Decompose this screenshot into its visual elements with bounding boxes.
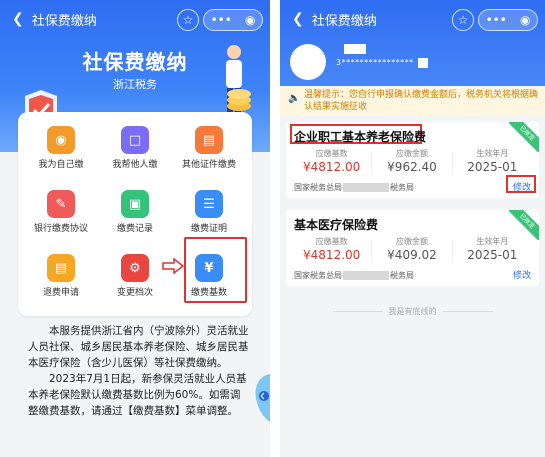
menu-label: 退费申请 xyxy=(42,288,79,298)
effective-value: 2025-01 xyxy=(467,248,518,262)
effective-label: 生效年月 xyxy=(476,149,509,158)
edit-link[interactable]: 修改 xyxy=(513,180,531,193)
refund-icon: ▤ xyxy=(47,254,75,282)
menu-item-help-pay[interactable]: □ 我帮他人缴 xyxy=(100,118,170,178)
menu-label: 缴费记录 xyxy=(116,224,153,234)
base-label: 应缴基数 xyxy=(315,149,348,158)
speaker-icon: 🔈 xyxy=(288,93,301,104)
menu-label: 我帮他人缴 xyxy=(112,160,158,170)
amount-label: 应缴金额 xyxy=(395,237,428,246)
user-name-masked xyxy=(344,44,366,54)
avatar xyxy=(290,44,326,80)
notice-bar: 🔈 温馨提示：您自行申报确认缴费金额后，税务机关将根据确认结果实施征收 xyxy=(280,86,545,116)
right-screen: 3**************** ❮ 社保费缴纳 ☆ ••• ◉ 🔈 温馨提示… xyxy=(280,0,545,457)
menu-item-change-grade[interactable]: ⚙ 变更档次 xyxy=(100,246,170,306)
medical-card[interactable]: 已核定 基本医疗保险费 应缴基数 ¥4812.00 应缴金额 ¥409.02 生效年… xyxy=(286,210,539,286)
capsule-menu[interactable]: ••• ◉ xyxy=(478,9,538,31)
card-values: 应缴基数 ¥4812.00 应缴金额 ¥409.02 生效年月 2025-01 xyxy=(292,236,532,262)
back-icon[interactable]: ❮ xyxy=(292,11,304,27)
close-icon[interactable]: ◉ xyxy=(245,13,255,27)
list-footer: 我是有底线的 xyxy=(280,306,545,317)
edit-link[interactable]: 修改 xyxy=(513,268,531,281)
change-grade-icon: ⚙ xyxy=(121,254,149,282)
amount-value: ¥962.40 xyxy=(387,160,437,174)
effective-value: 2025-01 xyxy=(467,160,518,174)
help-pay-icon: □ xyxy=(121,126,149,154)
amount-label: 应缴金额 xyxy=(395,149,428,158)
back-icon[interactable]: ❮ xyxy=(12,11,24,27)
arrow-right-icon xyxy=(162,258,184,274)
star-icon[interactable]: ☆ xyxy=(177,9,199,31)
bank-agreement-icon: ✎ xyxy=(47,190,75,218)
tax-office: 国家税务总局 税务局 xyxy=(294,183,414,192)
capsule-menu[interactable]: ••• ◉ xyxy=(203,9,263,31)
tax-office: 国家税务总局 税务局 xyxy=(294,271,414,280)
id-card-icon: ▤ xyxy=(195,126,223,154)
menu-label: 缴费证明 xyxy=(190,224,227,234)
menu-item-self-pay[interactable]: ◉ 我为自己缴 xyxy=(26,118,96,178)
amount-value: ¥409.02 xyxy=(387,248,437,262)
person-pay-icon: ◉ xyxy=(47,126,75,154)
effective-label: 生效年月 xyxy=(476,237,509,246)
mascot-icon[interactable] xyxy=(248,370,270,426)
menu-label: 变更档次 xyxy=(116,288,153,298)
card-values: 应缴基数 ¥4812.00 应缴金额 ¥962.40 生效年月 2025-01 xyxy=(292,148,532,174)
left-screen: 社保费缴纳 浙江税务 ❮ 社保费缴纳 ☆ ••• ◉ ◉ 我为自己缴 □ 我帮他… xyxy=(0,0,270,457)
menu-item-record[interactable]: ▣ 缴费记录 xyxy=(100,182,170,242)
highlight-box xyxy=(184,237,247,303)
notice-text: 温馨提示：您自行申报确认缴费金额后，税务机关将根据确认结果实施征收 xyxy=(304,90,539,112)
header-title: 社保费缴纳 xyxy=(311,13,377,29)
coins-icon xyxy=(227,89,251,111)
service-description: 本服务提供浙江省内（宁波除外）灵活就业人员社保、城乡居民基本养老保险、城乡居民基… xyxy=(28,323,250,419)
menu-item-other-id[interactable]: ▤ 其他证件缴费 xyxy=(174,118,244,178)
base-label: 应缴基数 xyxy=(315,237,348,246)
star-icon[interactable]: ☆ xyxy=(452,9,474,31)
menu-label: 其他证件缴费 xyxy=(181,160,236,170)
card-title: 企业职工基本养老保险费 xyxy=(294,130,427,144)
certificate-icon: ☰ xyxy=(195,190,223,218)
more-icon[interactable]: ••• xyxy=(486,13,507,27)
menu-label: 我为自己缴 xyxy=(38,160,84,170)
pension-card[interactable]: 已核定 企业职工基本养老保险费 应缴基数 ¥4812.00 应缴金额 ¥962.40… xyxy=(286,122,539,198)
menu-item-certificate[interactable]: ☰ 缴费证明 xyxy=(174,182,244,242)
header-title: 社保费缴纳 xyxy=(31,13,97,29)
menu-item-bank-agreement[interactable]: ✎ 银行缴费协议 xyxy=(26,182,96,242)
base-value: ¥4812.00 xyxy=(303,248,361,262)
menu-item-refund[interactable]: ▤ 退费申请 xyxy=(26,246,96,306)
base-value: ¥4812.00 xyxy=(303,160,361,174)
card-title: 基本医疗保险费 xyxy=(294,218,379,232)
user-id-mask xyxy=(418,58,428,68)
record-icon: ▣ xyxy=(121,190,149,218)
menu-label: 银行缴费协议 xyxy=(33,224,88,234)
description-paragraph: 2023年7月1日起，新参保灵活就业人员基本养老保险默认缴费基数比例为60%。如… xyxy=(28,373,247,417)
description-paragraph: 本服务提供浙江省内（宁波除外）灵活就业人员社保、城乡居民基本养老保险、城乡居民基… xyxy=(28,325,249,369)
more-icon[interactable]: ••• xyxy=(211,13,232,27)
user-id: 3**************** xyxy=(336,58,414,67)
close-icon[interactable]: ◉ xyxy=(520,13,530,27)
